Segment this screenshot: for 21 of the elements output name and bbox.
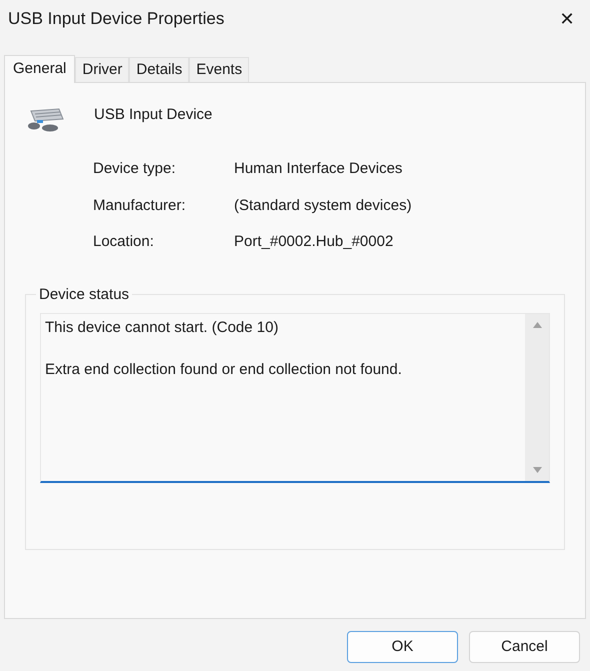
property-label: Location: <box>93 232 155 252</box>
scrollbar[interactable] <box>525 314 549 480</box>
property-value: Port_#0002.Hub_#0002 <box>234 232 394 252</box>
status-message: Extra end collection found or end collection not found. <box>45 360 403 380</box>
property-label: Device type: <box>93 159 177 179</box>
property-value: (Standard system devices) <box>234 196 412 216</box>
status-text-field[interactable]: This device cannot start. (Code 10) Extra end collection found or end collection not found. <box>40 312 550 482</box>
dialog-button[interactable]: Cancel <box>469 631 580 663</box>
tab[interactable]: Events <box>189 57 250 82</box>
property-label: Manufacturer: <box>93 196 187 216</box>
status-message: This device cannot start. (Code 10) <box>45 318 280 338</box>
tab[interactable]: Driver <box>75 57 130 82</box>
property-value: Human Interface Devices <box>234 159 402 179</box>
close-button[interactable]: ✕ <box>544 0 590 38</box>
window-title: USB Input Device Properties <box>8 8 224 30</box>
scroll-down-icon[interactable] <box>532 466 542 472</box>
tab[interactable]: General <box>4 55 76 83</box>
device-name: USB Input Device <box>94 104 212 125</box>
scroll-up-icon[interactable] <box>532 322 542 328</box>
dialog-button[interactable]: OK <box>347 631 458 663</box>
tab[interactable]: Details <box>129 57 190 82</box>
